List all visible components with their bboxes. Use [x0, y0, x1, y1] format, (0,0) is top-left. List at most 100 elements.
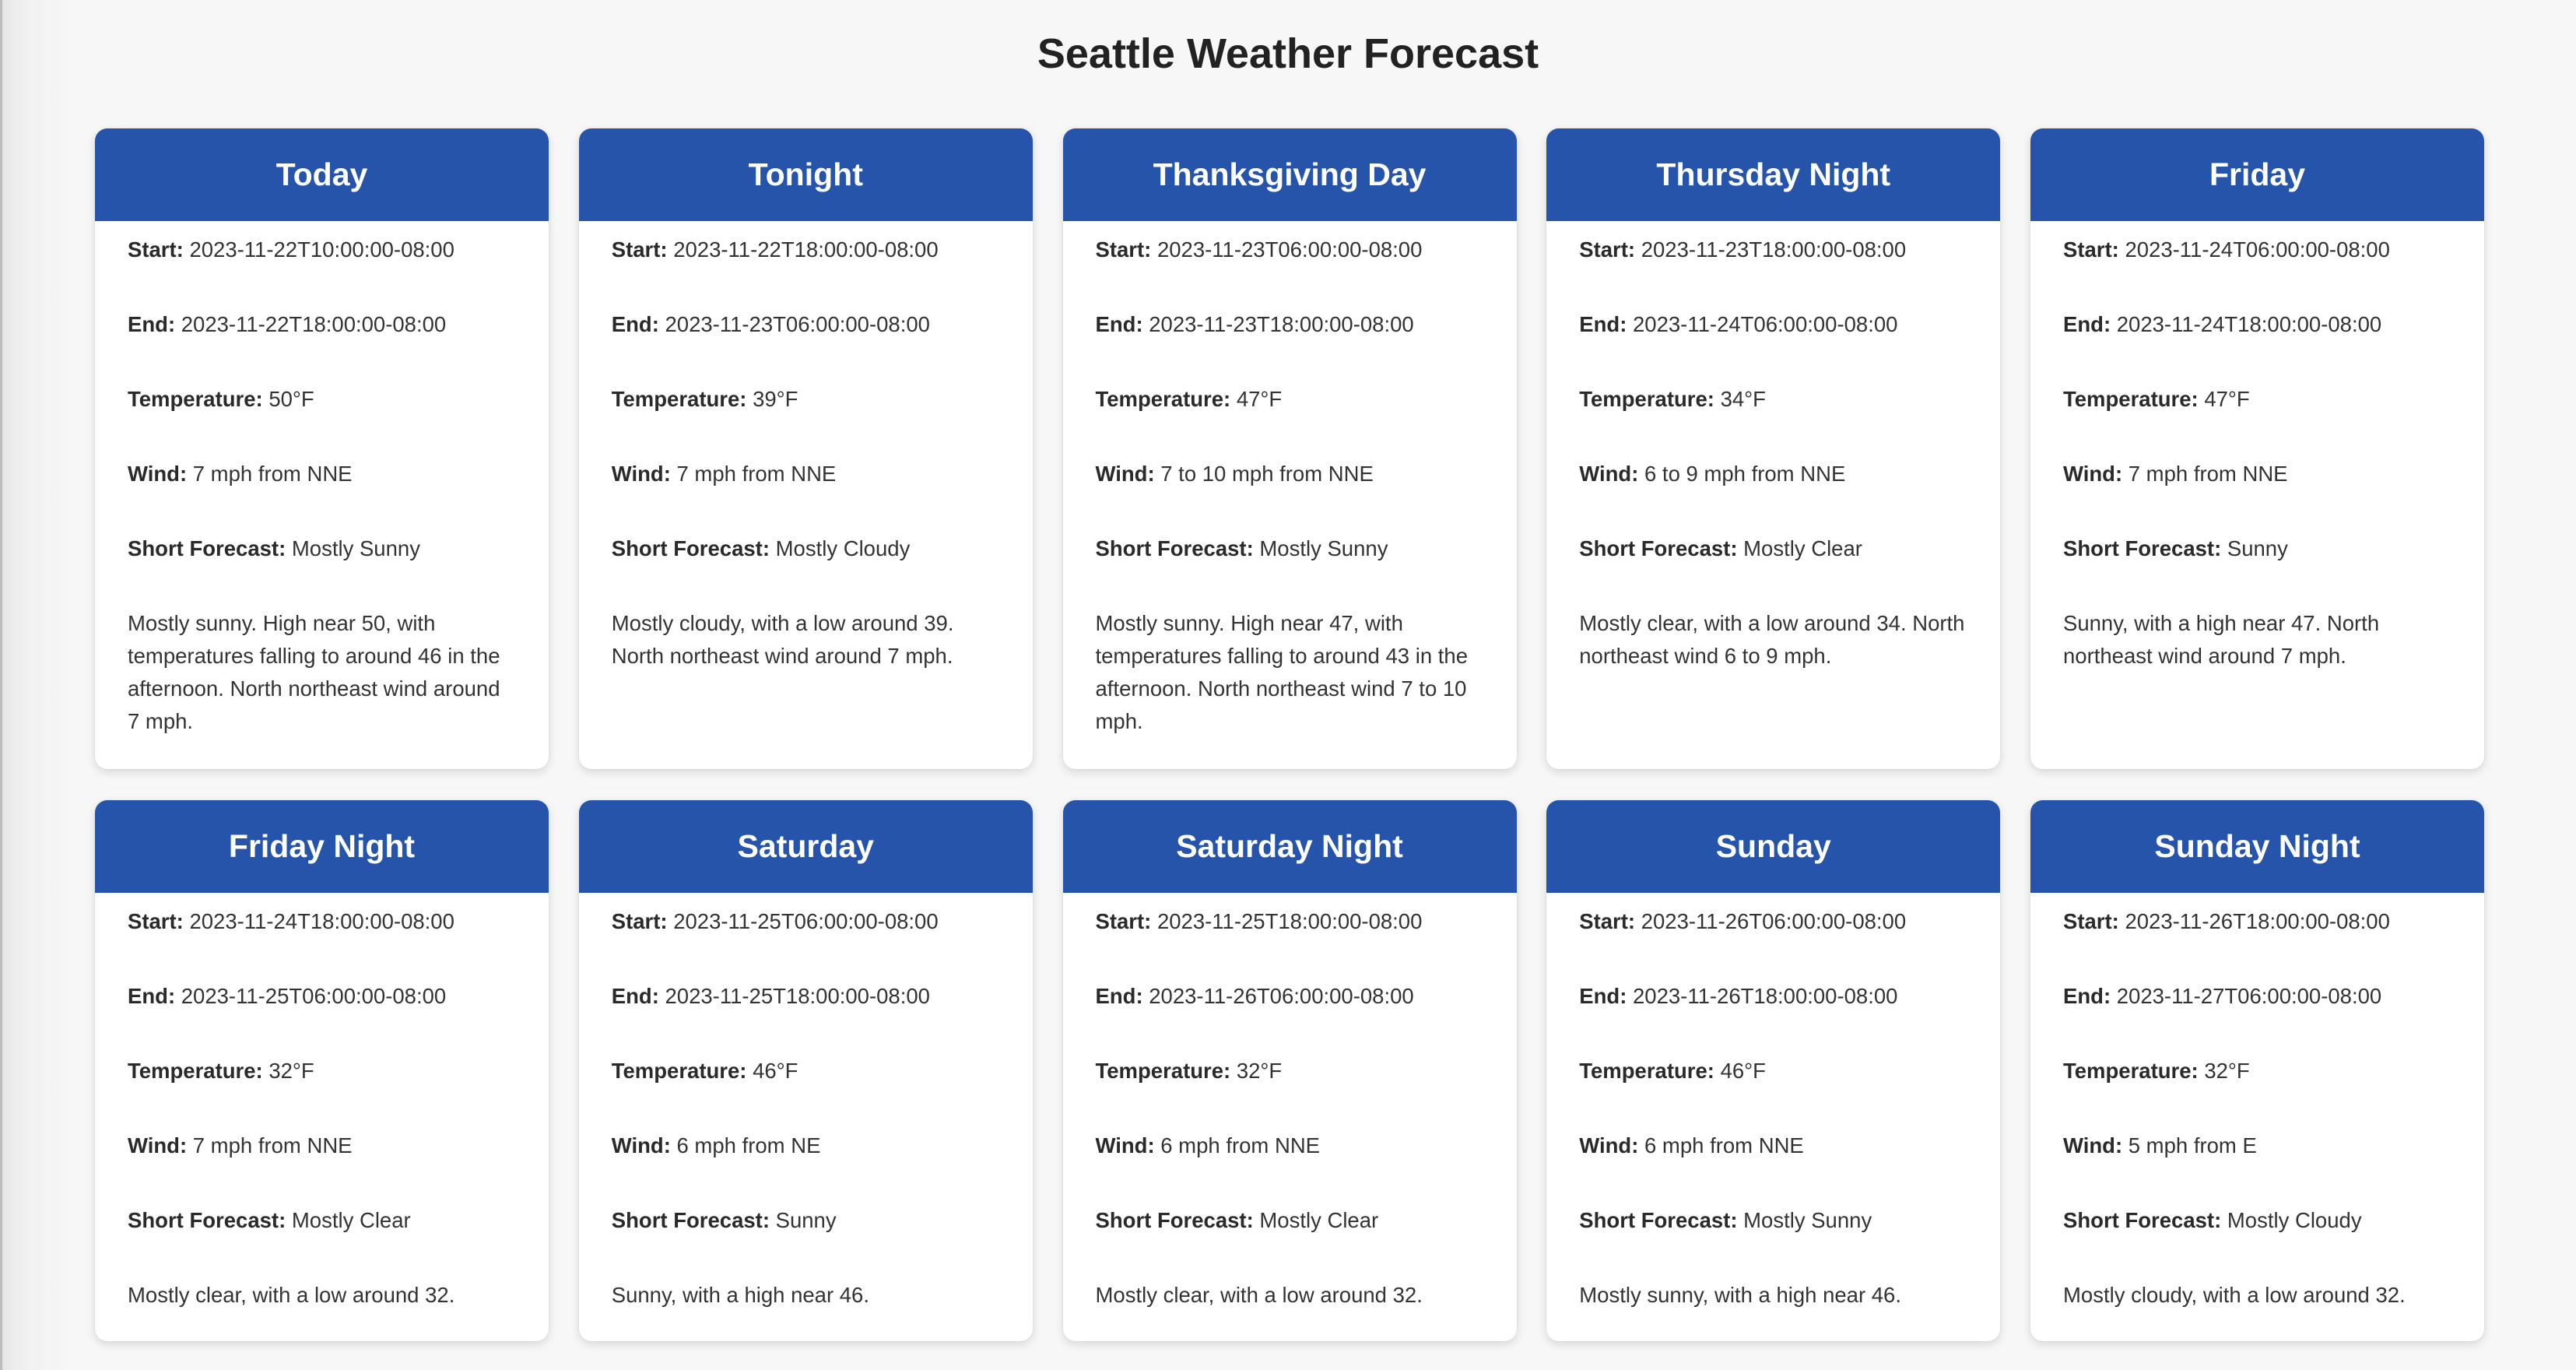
short-forecast-label: Short Forecast: [1579, 536, 1738, 560]
end-field: End: 2023-11-23T18:00:00-08:00 [1096, 308, 1484, 341]
wind-label: Wind: [128, 1133, 188, 1157]
start-value: 2023-11-26T06:00:00-08:00 [1641, 909, 1907, 933]
wind-value: 6 mph from NNE [1644, 1133, 1804, 1157]
short-forecast-label: Short Forecast: [2063, 536, 2222, 560]
forecast-grid: Today Start: 2023-11-22T10:00:00-08:00 E… [95, 128, 2484, 1341]
end-field: End: 2023-11-26T18:00:00-08:00 [1579, 980, 1967, 1013]
card-header: Sunday [1546, 800, 2001, 893]
card-body: Start: 2023-11-23T18:00:00-08:00 End: 20… [1546, 221, 2000, 673]
end-field: End: 2023-11-24T06:00:00-08:00 [1579, 308, 1967, 341]
start-value: 2023-11-24T06:00:00-08:00 [2125, 237, 2390, 262]
temperature-value: 34°F [1720, 387, 1766, 411]
period-name: Saturday Night [1176, 828, 1403, 864]
start-label: Start: [1095, 237, 1152, 262]
card-header: Saturday [578, 800, 1033, 893]
start-value: 2023-11-25T06:00:00-08:00 [673, 909, 939, 933]
forecast-card: Sunday Start: 2023-11-26T06:00:00-08:00 … [1546, 800, 2001, 1341]
end-label: End: [611, 984, 659, 1008]
end-label: End: [1095, 984, 1143, 1008]
card-body: Start: 2023-11-26T06:00:00-08:00 End: 20… [1546, 893, 2000, 1312]
temperature-field: Temperature: 47°F [1096, 383, 1484, 416]
period-name: Sunday [1715, 828, 1831, 864]
short-forecast-value: Mostly Clear [291, 1208, 411, 1232]
detailed-forecast: Mostly clear, with a low around 34. Nort… [1579, 611, 1965, 668]
temperature-value: 47°F [2204, 387, 2250, 411]
temperature-field: Temperature: 32°F [2063, 1055, 2451, 1087]
short-forecast-value: Mostly Clear [1743, 536, 1862, 560]
wind-value: 7 mph from NNE [2128, 462, 2288, 486]
forecast-card: Sunday Night Start: 2023-11-26T18:00:00-… [2030, 800, 2484, 1341]
temperature-label: Temperature: [1095, 387, 1231, 411]
temperature-label: Temperature: [1579, 1059, 1714, 1083]
wind-label: Wind: [1579, 462, 1639, 486]
detailed-forecast: Mostly sunny, with a high near 46. [1579, 1283, 1901, 1307]
end-value: 2023-11-26T18:00:00-08:00 [1633, 984, 1898, 1008]
end-value: 2023-11-25T06:00:00-08:00 [181, 984, 447, 1008]
start-label: Start: [128, 909, 184, 933]
start-field: Start: 2023-11-26T06:00:00-08:00 [1579, 905, 1967, 938]
card-header: Saturday Night [1062, 800, 1517, 893]
short-forecast-field: Short Forecast: Sunny [612, 1204, 1000, 1237]
short-forecast-value: Mostly Sunny [1743, 1208, 1872, 1232]
end-value: 2023-11-24T06:00:00-08:00 [1633, 312, 1898, 336]
start-field: Start: 2023-11-23T06:00:00-08:00 [1096, 234, 1484, 266]
temperature-field: Temperature: 32°F [1096, 1055, 1484, 1087]
temperature-value: 46°F [753, 1059, 798, 1083]
temperature-field: Temperature: 50°F [128, 383, 516, 416]
detailed-forecast: Mostly sunny. High near 50, with tempera… [128, 611, 500, 733]
short-forecast-value: Mostly Cloudy [2227, 1208, 2362, 1232]
forecast-card: Saturday Night Start: 2023-11-25T18:00:0… [1062, 800, 1517, 1341]
temperature-field: Temperature: 34°F [1579, 383, 1967, 416]
temperature-label: Temperature: [128, 1059, 263, 1083]
card-header: Thanksgiving Day [1062, 128, 1517, 221]
forecast-card: Friday Start: 2023-11-24T06:00:00-08:00 … [2030, 128, 2484, 769]
end-value: 2023-11-24T18:00:00-08:00 [2116, 312, 2382, 336]
temperature-value: 39°F [753, 387, 798, 411]
short-forecast-field: Short Forecast: Sunny [2063, 532, 2451, 565]
end-field: End: 2023-11-26T06:00:00-08:00 [1096, 980, 1484, 1013]
start-label: Start: [2063, 237, 2119, 262]
card-header: Tonight [578, 128, 1033, 221]
start-field: Start: 2023-11-23T18:00:00-08:00 [1579, 234, 1967, 266]
card-body: Start: 2023-11-22T18:00:00-08:00 End: 20… [579, 221, 1033, 673]
forecast-card: Friday Night Start: 2023-11-24T18:00:00-… [95, 800, 549, 1341]
window-edge [0, 0, 2, 1370]
short-forecast-label: Short Forecast: [128, 536, 286, 560]
wind-label: Wind: [1095, 462, 1155, 486]
wind-label: Wind: [611, 462, 671, 486]
short-forecast-field: Short Forecast: Mostly Sunny [1579, 1204, 1967, 1237]
card-body: Start: 2023-11-26T18:00:00-08:00 End: 20… [2030, 893, 2484, 1312]
temperature-field: Temperature: 47°F [2063, 383, 2451, 416]
period-name: Thanksgiving Day [1153, 156, 1427, 192]
page-title: Seattle Weather Forecast [1037, 30, 1539, 77]
card-body: Start: 2023-11-24T06:00:00-08:00 End: 20… [2030, 221, 2484, 673]
start-field: Start: 2023-11-24T06:00:00-08:00 [2063, 234, 2451, 266]
detailed-forecast: Sunny, with a high near 47. North northe… [2063, 611, 2380, 668]
wind-value: 5 mph from E [2128, 1133, 2257, 1157]
short-forecast-field: Short Forecast: Mostly Clear [1096, 1204, 1484, 1237]
start-value: 2023-11-24T18:00:00-08:00 [189, 909, 454, 933]
temperature-label: Temperature: [2063, 387, 2199, 411]
wind-label: Wind: [1579, 1133, 1639, 1157]
end-value: 2023-11-23T06:00:00-08:00 [665, 312, 930, 336]
period-name: Friday [2209, 156, 2306, 192]
start-field: Start: 2023-11-24T18:00:00-08:00 [128, 905, 516, 938]
end-field: End: 2023-11-24T18:00:00-08:00 [2063, 308, 2451, 341]
wind-field: Wind: 7 mph from NNE [128, 1129, 516, 1162]
end-value: 2023-11-23T18:00:00-08:00 [1149, 312, 1414, 336]
short-forecast-label: Short Forecast: [1095, 1208, 1254, 1232]
forecast-card: Thursday Night Start: 2023-11-23T18:00:0… [1546, 128, 2001, 769]
short-forecast-field: Short Forecast: Mostly Clear [128, 1204, 516, 1237]
short-forecast-value: Sunny [775, 1208, 837, 1232]
start-field: Start: 2023-11-25T18:00:00-08:00 [1096, 905, 1484, 938]
short-forecast-field: Short Forecast: Mostly Clear [1579, 532, 1967, 565]
end-field: End: 2023-11-25T06:00:00-08:00 [128, 980, 516, 1013]
end-label: End: [611, 312, 659, 336]
wind-field: Wind: 7 to 10 mph from NNE [1096, 458, 1484, 490]
short-forecast-field: Short Forecast: Mostly Cloudy [2063, 1204, 2451, 1237]
detailed-forecast: Sunny, with a high near 46. [611, 1283, 869, 1307]
end-label: End: [128, 984, 176, 1008]
start-field: Start: 2023-11-22T18:00:00-08:00 [612, 234, 1000, 266]
wind-field: Wind: 6 to 9 mph from NNE [1579, 458, 1967, 490]
start-field: Start: 2023-11-22T10:00:00-08:00 [128, 234, 516, 266]
